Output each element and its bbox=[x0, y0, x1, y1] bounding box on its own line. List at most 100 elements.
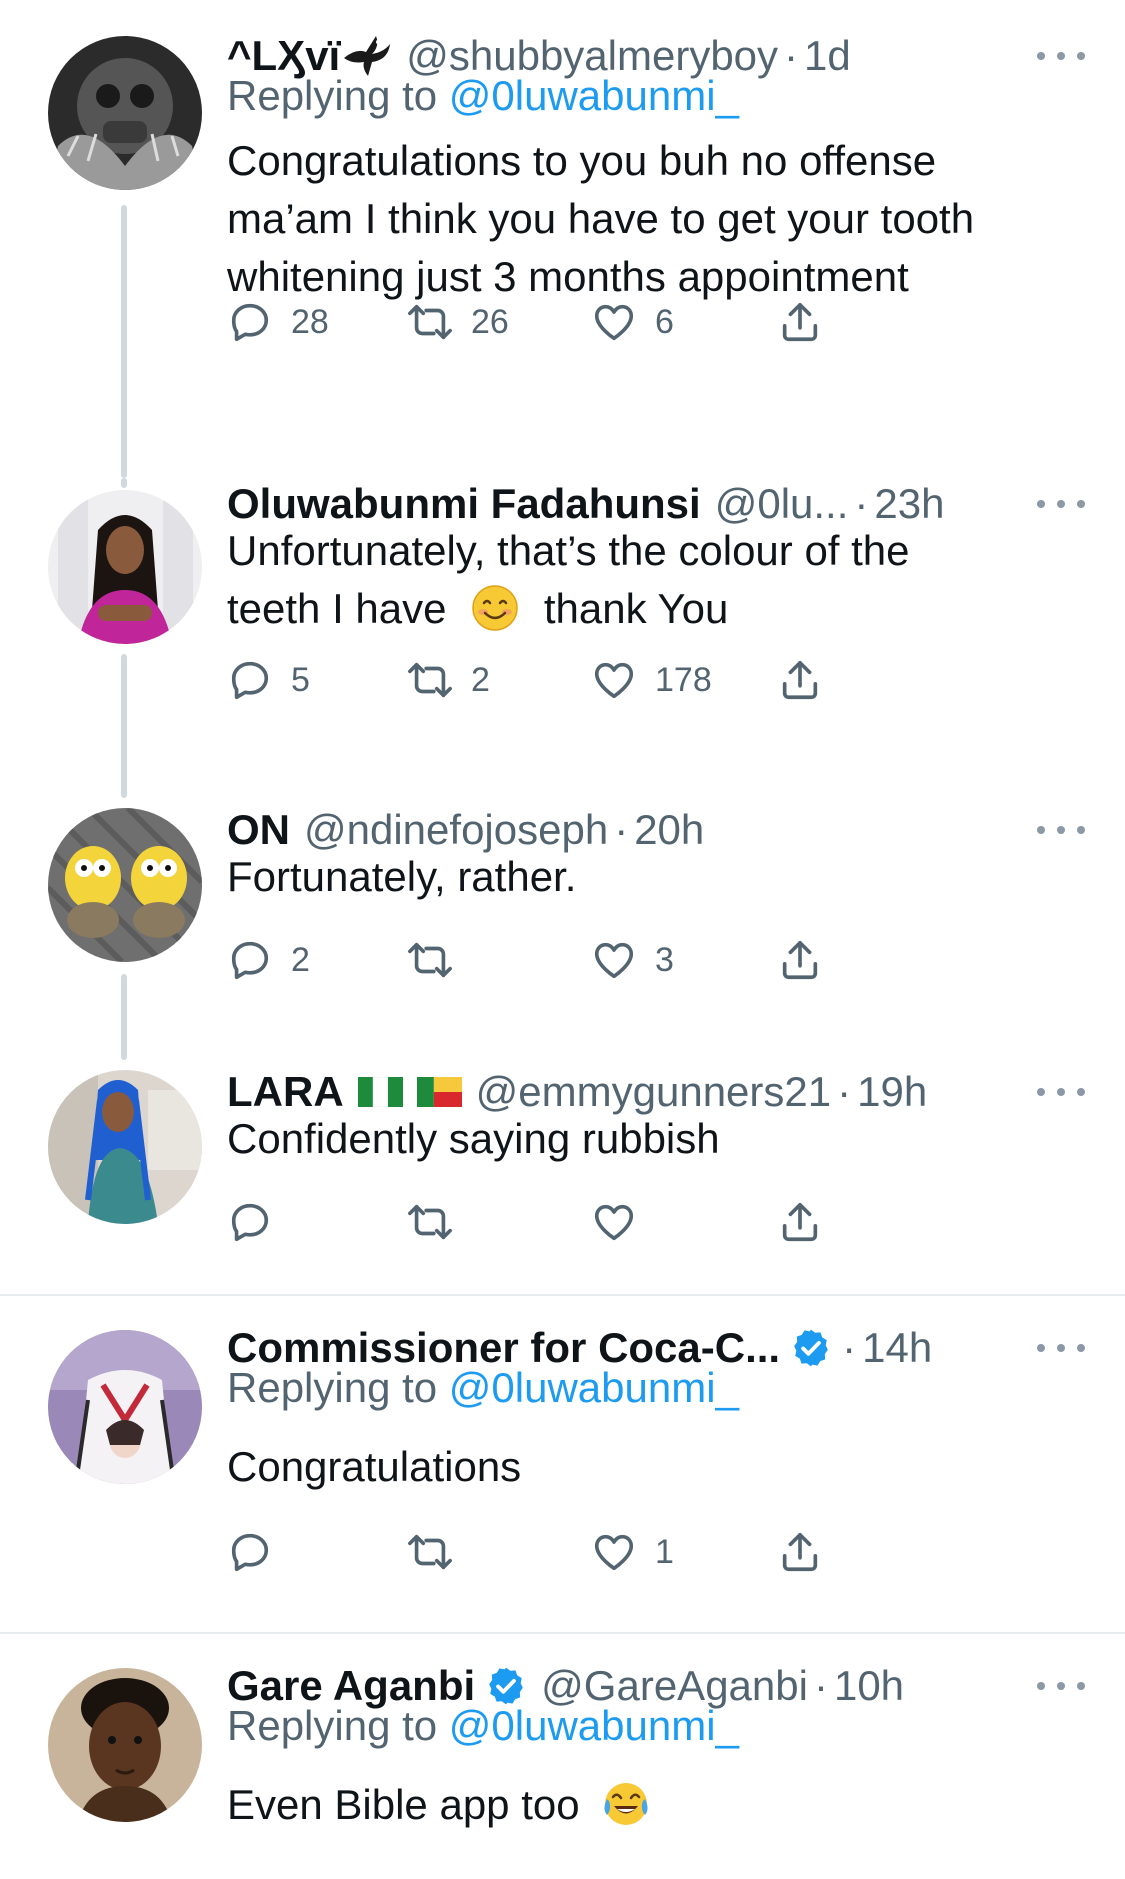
nigeria-flag-icon bbox=[357, 1077, 403, 1107]
tweet-text-line: Unfortunately, that’s the colour of the bbox=[227, 527, 910, 574]
timestamp[interactable]: 20h bbox=[634, 806, 704, 854]
share-button[interactable] bbox=[777, 1522, 823, 1582]
tweet-shubbyalmeryboy[interactable]: ^LӼvï @shubbyalmeryboy · 1d Replying to … bbox=[0, 0, 1125, 478]
like-count: 1 bbox=[655, 1532, 674, 1571]
heart-icon bbox=[594, 942, 634, 979]
display-name[interactable]: ON bbox=[227, 806, 290, 854]
share-button[interactable] bbox=[777, 1192, 823, 1252]
retweet-icon bbox=[408, 1204, 452, 1240]
tweet-text: Congratulations bbox=[227, 1438, 1077, 1496]
timestamp[interactable]: 23h bbox=[874, 480, 944, 528]
share-button[interactable] bbox=[777, 292, 823, 352]
separator-dot: · bbox=[854, 480, 869, 527]
reply-button[interactable]: 28 bbox=[227, 292, 329, 352]
replying-prefix: Replying to bbox=[227, 1364, 449, 1411]
like-button[interactable]: 178 bbox=[591, 650, 712, 710]
reply-count: 28 bbox=[291, 302, 329, 341]
like-count: 178 bbox=[655, 660, 712, 699]
reply-icon bbox=[231, 941, 269, 980]
like-count: 3 bbox=[655, 940, 674, 979]
reply-button[interactable] bbox=[227, 1522, 291, 1582]
tweet-text: Congratulations to you buh no offense ma… bbox=[227, 132, 1077, 306]
verified-badge-icon bbox=[794, 1329, 828, 1367]
thread-line bbox=[121, 974, 127, 1060]
separator-dot: · bbox=[813, 1662, 828, 1709]
timestamp[interactable]: 1d bbox=[804, 32, 851, 80]
handle[interactable]: @emmygunners21 bbox=[476, 1068, 831, 1116]
tweet-text: Fortunately, rather. bbox=[227, 848, 1077, 906]
retweet-button[interactable] bbox=[407, 1192, 471, 1252]
like-button[interactable] bbox=[591, 1192, 655, 1252]
retweet-count: 26 bbox=[471, 302, 509, 341]
display-name[interactable]: Oluwabunmi Fadahunsi bbox=[227, 480, 701, 528]
handle[interactable]: @ndinefojoseph bbox=[304, 806, 608, 854]
retweet-count: 2 bbox=[471, 660, 490, 699]
tweet-gareaganbi[interactable]: Gare Aganbi @GareAganbi · 10h Replying t… bbox=[0, 1634, 1125, 1879]
like-button[interactable]: 3 bbox=[591, 930, 674, 990]
avatar[interactable] bbox=[48, 490, 202, 644]
action-bar: 1 bbox=[227, 1522, 987, 1582]
more-icon[interactable] bbox=[1037, 1666, 1085, 1706]
tweet-text-line: Confidently saying rubbish bbox=[227, 1115, 720, 1162]
like-button[interactable]: 1 bbox=[591, 1522, 674, 1582]
more-icon[interactable] bbox=[1037, 36, 1085, 76]
tweet-text-segment: teeth I have bbox=[227, 585, 447, 632]
action-bar: 2 3 bbox=[227, 930, 987, 990]
handle[interactable]: @0lu... bbox=[715, 480, 849, 528]
avatar[interactable] bbox=[48, 1668, 202, 1822]
avatar[interactable] bbox=[48, 36, 202, 190]
retweet-icon bbox=[408, 304, 452, 340]
reply-count: 2 bbox=[291, 940, 310, 979]
replying-to: Replying to @0luwabunmi_ bbox=[227, 72, 739, 120]
separator-dot: · bbox=[842, 1324, 857, 1371]
like-button[interactable]: 6 bbox=[591, 292, 674, 352]
tweet-text: Unfortunately, that’s the colour of the … bbox=[227, 522, 1077, 638]
heart-icon bbox=[594, 1204, 634, 1241]
reply-icon bbox=[231, 661, 269, 700]
retweet-button[interactable] bbox=[407, 930, 471, 990]
more-icon[interactable] bbox=[1037, 1072, 1085, 1112]
reply-button[interactable]: 5 bbox=[227, 650, 310, 710]
share-icon bbox=[782, 1202, 818, 1242]
tweet-ndinefojoseph[interactable]: ON @ndinefojoseph · 20h Fortunately, rat… bbox=[0, 798, 1125, 1060]
tweet-text-segment: Even Bible app too bbox=[227, 1781, 580, 1828]
more-icon[interactable] bbox=[1037, 1328, 1085, 1368]
share-button[interactable] bbox=[777, 930, 823, 990]
avatar[interactable] bbox=[48, 1070, 202, 1224]
tweet-commissioner[interactable]: Commissioner for Coca-C... · 14h Replyin… bbox=[0, 1296, 1125, 1630]
separator-dot: · bbox=[837, 1068, 852, 1115]
timestamp[interactable]: 19h bbox=[857, 1068, 927, 1116]
share-button[interactable] bbox=[777, 650, 823, 710]
timestamp[interactable]: 14h bbox=[862, 1324, 932, 1372]
tweet-oluwabunmi[interactable]: Oluwabunmi Fadahunsi @0lu... · 23h Unfor… bbox=[0, 478, 1125, 798]
share-icon bbox=[782, 940, 818, 980]
retweet-button[interactable]: 2 bbox=[407, 650, 490, 710]
reply-button[interactable] bbox=[227, 1192, 291, 1252]
reply-icon bbox=[231, 1203, 269, 1242]
retweet-button[interactable] bbox=[407, 1522, 471, 1582]
tweet-emmygunners21[interactable]: LARA @emmygunners21 · 19h Confidently sa… bbox=[0, 1060, 1125, 1292]
reply-button[interactable]: 2 bbox=[227, 930, 310, 990]
verified-badge-icon bbox=[489, 1667, 523, 1705]
replying-handle-link[interactable]: @0luwabunmi_ bbox=[449, 72, 739, 119]
heart-icon bbox=[594, 304, 634, 341]
timestamp[interactable]: 10h bbox=[834, 1662, 904, 1710]
display-name[interactable]: LARA bbox=[227, 1068, 344, 1116]
replying-handle-link[interactable]: @0luwabunmi_ bbox=[449, 1702, 739, 1749]
retweet-button[interactable]: 26 bbox=[407, 292, 509, 352]
more-icon[interactable] bbox=[1037, 484, 1085, 524]
replying-handle-link[interactable]: @0luwabunmi_ bbox=[449, 1364, 739, 1411]
more-icon[interactable] bbox=[1037, 810, 1085, 850]
avatar[interactable] bbox=[48, 1330, 202, 1484]
retweet-icon bbox=[408, 942, 452, 978]
tweet-text: Confidently saying rubbish bbox=[227, 1110, 1077, 1168]
tweet-text-line: teeth I have thank You bbox=[227, 580, 1077, 638]
avatar[interactable] bbox=[48, 808, 202, 962]
reply-icon bbox=[231, 1533, 269, 1572]
reply-count: 5 bbox=[291, 660, 310, 699]
tweet-text-line: ma’am I think you have to get your tooth bbox=[227, 195, 975, 242]
share-icon bbox=[782, 302, 818, 342]
separator-dot: · bbox=[784, 32, 799, 79]
tweet-text-line: Fortunately, rather. bbox=[227, 853, 577, 900]
action-bar: 28 26 6 bbox=[227, 292, 987, 352]
